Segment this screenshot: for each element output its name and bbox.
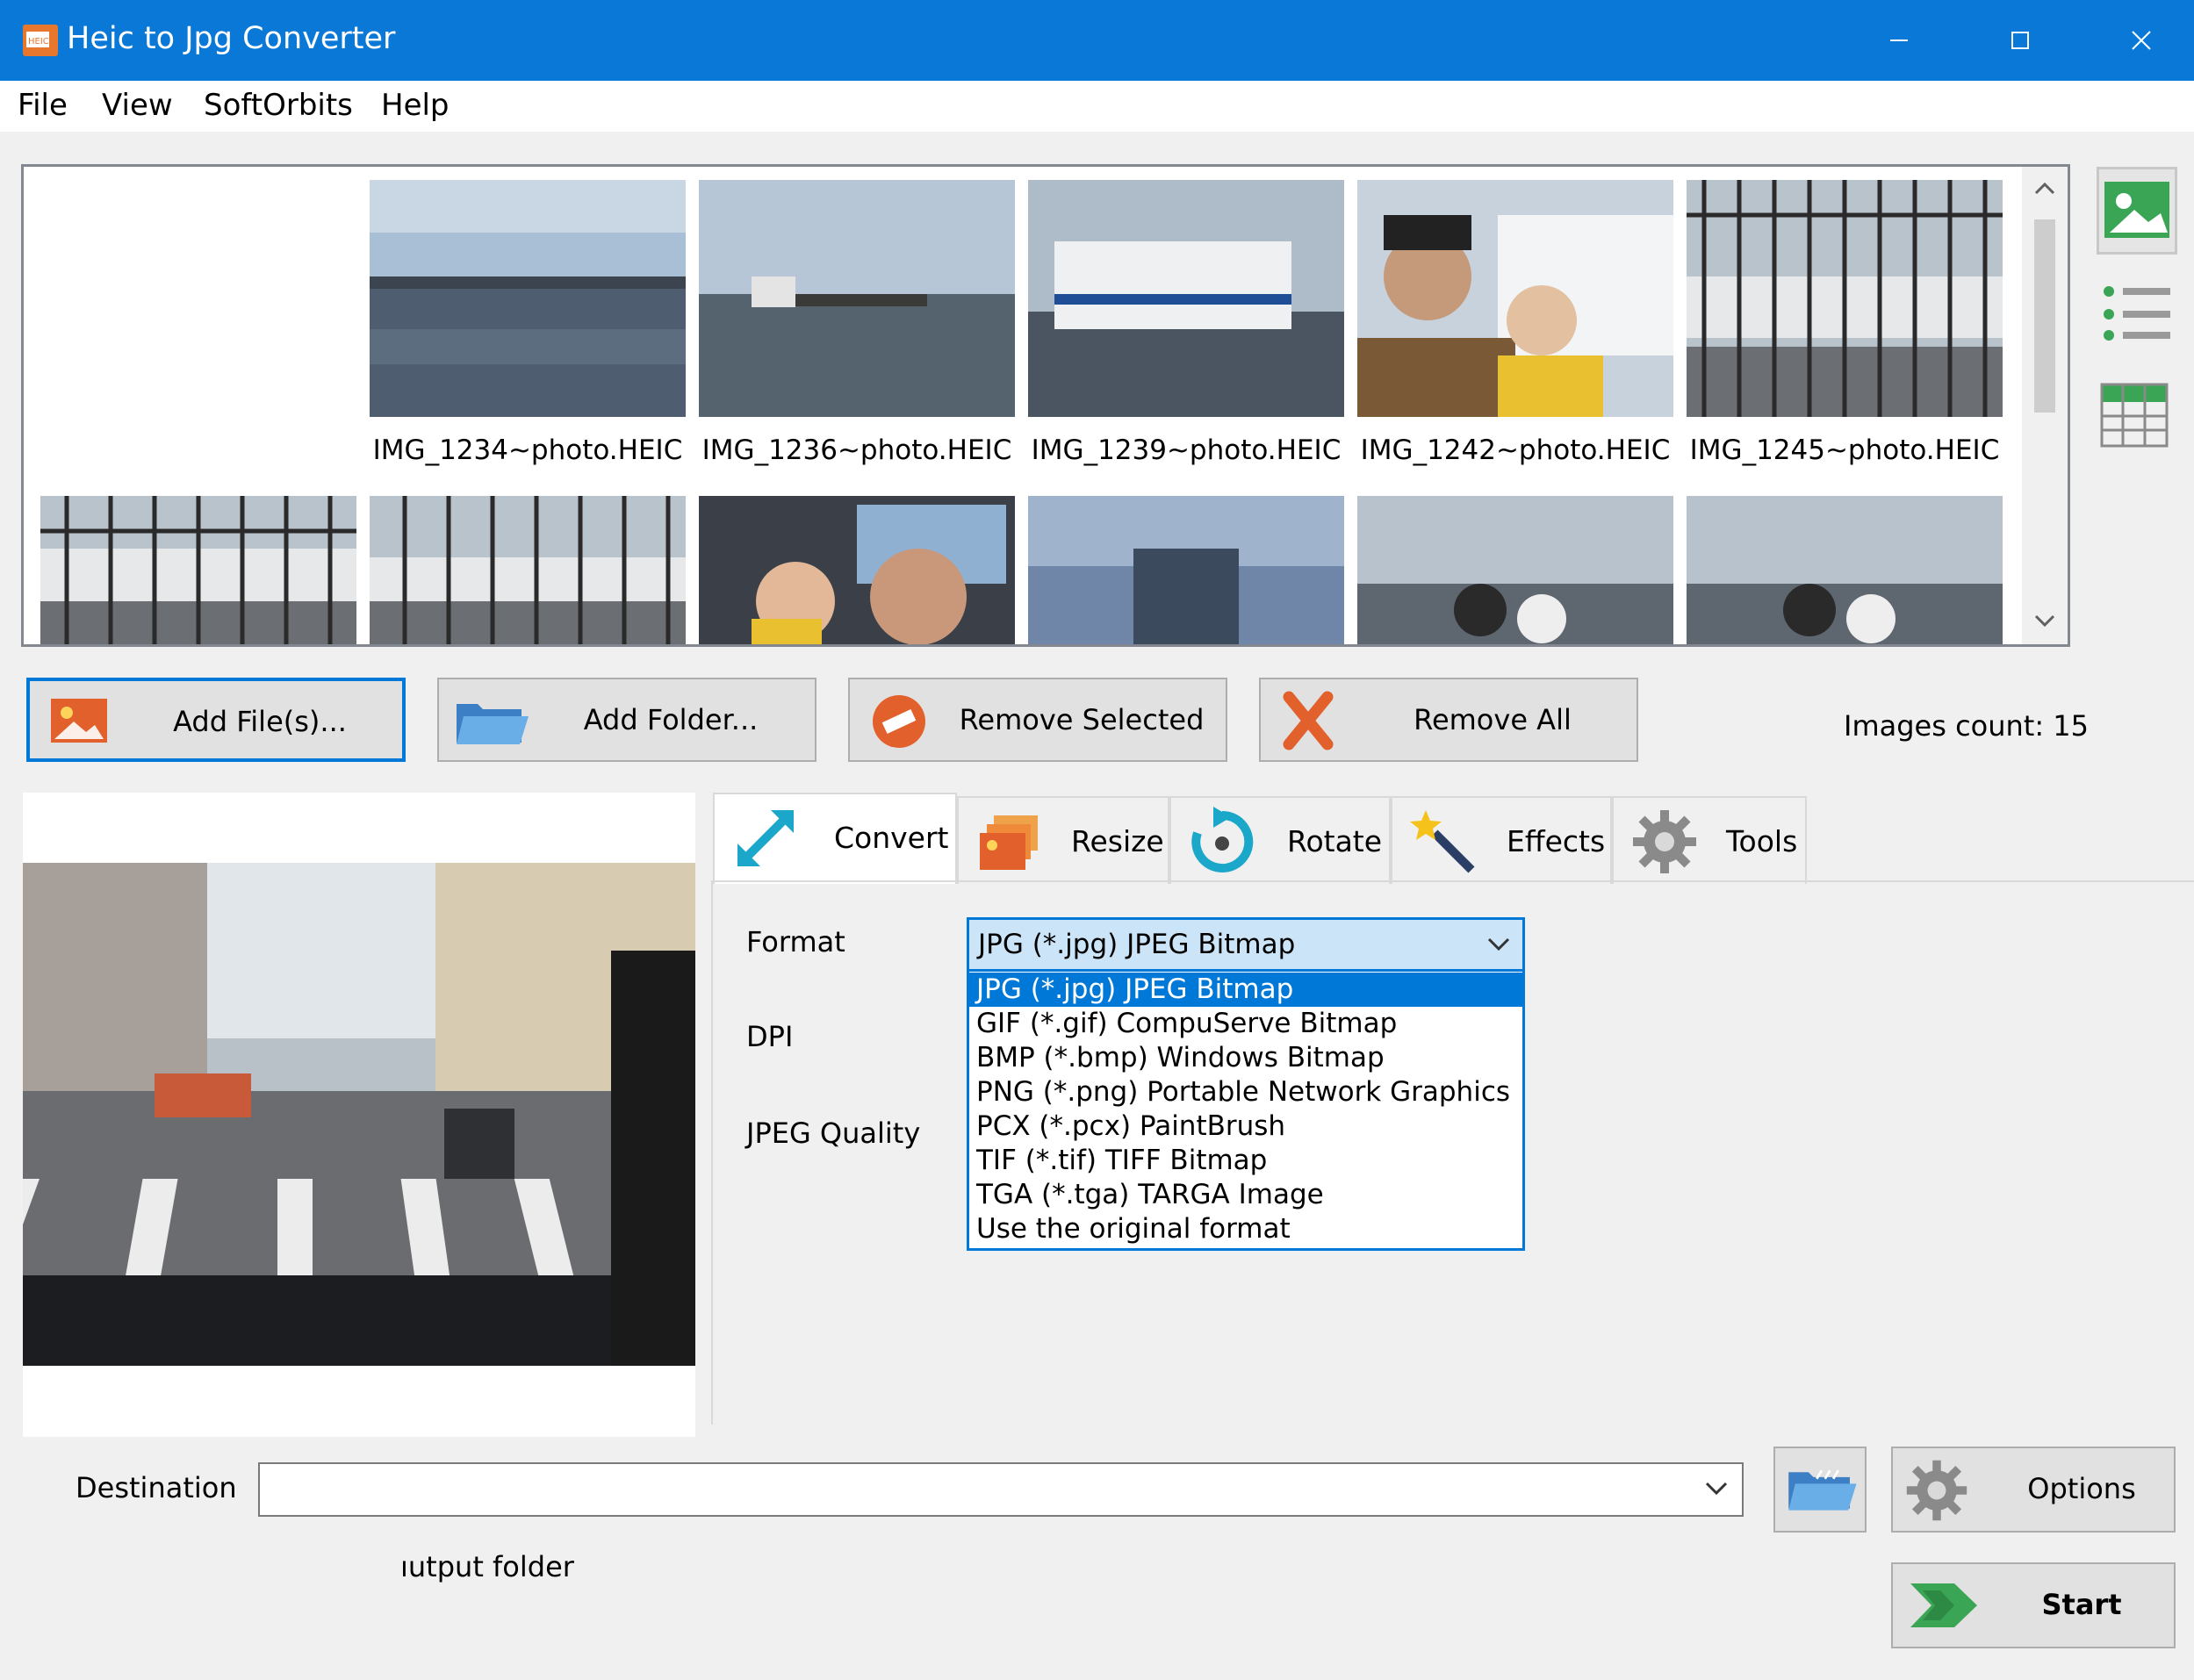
menu-softorbits[interactable]: SoftOrbits [204,88,353,123]
thumbnail-image[interactable] [1687,180,2003,417]
thumbnail-label: IMG_1242~photo.HEIC [1360,434,1671,466]
close-button[interactable] [2081,0,2194,81]
remove-all-button[interactable]: Remove All [1259,678,1638,762]
scrollbar-thumb[interactable] [2034,219,2055,413]
tab-rotate-label: Rotate [1287,824,1383,858]
format-selected-value: JPG (*.jpg) JPEG Bitmap [978,929,1296,960]
convert-icon [737,810,794,866]
tab-convert[interactable]: Convert [713,793,957,884]
list-view-icon [2104,286,2170,341]
menu-help[interactable]: Help [381,88,450,123]
gear-icon [1906,1460,1967,1521]
menu-bar: File View SoftOrbits Help [0,81,2194,132]
menu-view[interactable]: View [102,88,173,123]
destination-label: Destination [76,1471,237,1504]
options-button[interactable]: Options [1891,1447,2176,1533]
format-option[interactable]: JPG (*.jpg) JPEG Bitmap [969,973,1522,1007]
minimize-button[interactable] [1838,0,1960,81]
format-label: Format [746,925,845,958]
dpi-label: DPI [746,1020,794,1053]
add-files-button[interactable]: Add File(s)... [26,678,406,762]
tab-effects-label: Effects [1507,824,1606,858]
rotate-icon [1191,807,1254,872]
thumbnail-label: IMG_1234~photo.HEIC [372,434,683,466]
window-title: Heic to Jpg Converter [67,21,396,56]
format-option[interactable]: BMP (*.bmp) Windows Bitmap [969,1041,1522,1075]
view-list-button[interactable] [2097,272,2177,360]
tab-convert-label: Convert [834,821,949,855]
tab-resize[interactable]: Resize [957,796,1169,884]
image-preview [23,793,695,1437]
chevron-down-icon[interactable] [1705,1482,1728,1496]
tab-rotate[interactable]: Rotate [1169,796,1391,884]
add-folder-button[interactable]: Add Folder... [437,678,816,762]
tab-effects[interactable]: Effects [1391,796,1612,884]
output-folder-option[interactable]: ıutput folder [400,1550,574,1583]
magic-wand-icon [1410,810,1475,873]
maximize-button[interactable] [1960,0,2081,81]
close-icon [2132,31,2151,50]
format-dropdown[interactable]: JPG (*.jpg) JPEG Bitmap [967,917,1525,972]
tab-resize-label: Resize [1071,824,1164,858]
chevron-down-icon [1487,937,1510,951]
remove-selected-label: Remove Selected [959,703,1205,736]
table-view-icon [2100,383,2169,448]
format-option[interactable]: GIF (*.gif) CompuServe Bitmap [969,1007,1522,1041]
thumbnail-list[interactable]: IMG_1234~photo.HEIC IMG_1236~photo.HEIC … [21,164,2070,647]
view-grid-button[interactable] [2097,376,2177,463]
add-folder-label: Add Folder... [583,703,759,736]
format-option[interactable]: PCX (*.pcx) PaintBrush [969,1109,1522,1144]
destination-combobox[interactable] [258,1462,1744,1517]
start-label: Start [2041,1588,2122,1621]
thumbnail-image[interactable] [1028,496,1344,644]
format-option[interactable]: PNG (*.png) Portable Network Graphics [969,1075,1522,1109]
thumbnail-label: IMG_1245~photo.HEIC [1689,434,2000,466]
title-bar: HEIC Heic to Jpg Converter [0,0,2194,81]
thumbnail-image[interactable] [699,180,1015,417]
thumbnail-image[interactable] [40,496,356,644]
thumbnail-image[interactable] [1687,496,2003,644]
resize-icon [980,815,1038,870]
thumbnail-image[interactable] [1028,180,1344,417]
format-dropdown-list[interactable]: JPG (*.jpg) JPEG Bitmap GIF (*.gif) Comp… [967,972,1525,1251]
thumbnail-label: IMG_1236~photo.HEIC [701,434,1012,466]
gear-icon [1633,810,1696,873]
thumbnail-image[interactable] [699,496,1015,644]
jpeg-quality-label: JPEG Quality [746,1116,921,1150]
folder-icon [1788,1469,1857,1511]
format-option[interactable]: TGA (*.tga) TARGA Image [969,1178,1522,1212]
preview-image [23,863,695,1366]
remove-all-label: Remove All [1414,703,1572,736]
add-files-label: Add File(s)... [173,705,347,738]
menu-file[interactable]: File [18,88,68,123]
thumbnail-image[interactable] [370,180,686,417]
thumbnail-image[interactable] [370,496,686,644]
remove-icon [873,695,925,748]
start-button[interactable]: Start [1891,1562,2176,1648]
folder-icon [457,704,529,744]
delete-x-icon [1283,691,1334,750]
tab-tools[interactable]: Tools [1612,796,1807,884]
minimize-icon [1890,39,1908,41]
images-count: Images count: 15 [1844,709,2090,743]
start-arrow-icon [1910,1583,1977,1627]
view-thumbnails-button[interactable] [2097,167,2177,255]
maximize-icon [2011,32,2029,49]
thumbnail-image[interactable] [1357,180,1673,417]
remove-selected-button[interactable]: Remove Selected [848,678,1227,762]
svg-text:HEIC: HEIC [28,37,49,47]
scroll-down-icon[interactable] [2034,614,2055,628]
format-option[interactable]: Use the original format [969,1212,1522,1246]
browse-folder-button[interactable] [1773,1447,1867,1533]
scroll-up-icon[interactable] [2034,181,2055,195]
image-view-icon [2104,182,2169,238]
app-icon: HEIC [23,25,58,56]
options-label: Options [2027,1472,2136,1505]
add-image-icon [51,699,107,743]
thumbnail-label: IMG_1239~photo.HEIC [1031,434,1342,466]
thumbnail-image[interactable] [1357,496,1673,644]
format-option[interactable]: TIF (*.tif) TIFF Bitmap [969,1144,1522,1178]
tab-tools-label: Tools [1726,824,1798,858]
thumbnails-scrollbar[interactable] [2022,167,2068,644]
